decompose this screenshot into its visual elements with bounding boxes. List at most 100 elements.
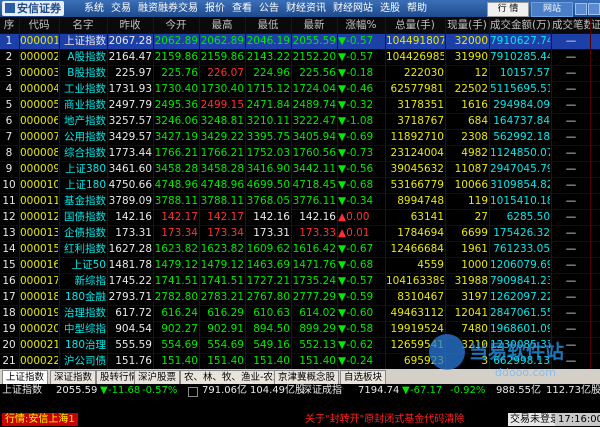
sh-index-chg: -11.68 <box>108 385 141 396</box>
table-row[interactable]: 6 000006 地产指数 3257.57 3246.06 3248.81 3210.11 3… <box>0 113 600 129</box>
cell: 3222.47 <box>292 115 336 127</box>
cell: — <box>565 179 577 191</box>
scrolling-notice[interactable]: 关于"封转开"原封闭式基金代码清除 <box>305 413 464 426</box>
cell: 173.31 <box>253 227 290 239</box>
cell: 9 <box>5 163 13 175</box>
cell: — <box>565 51 577 63</box>
cell: 8 <box>5 147 13 159</box>
table-row[interactable]: 15 000016 上证50 1481.78 1479.12 1479.12 1463.69… <box>0 257 600 273</box>
cell: 173.31 <box>115 227 152 239</box>
menu-item[interactable]: 融资融券交易 <box>138 0 198 17</box>
cell: 中型综指 <box>64 323 106 335</box>
column-header[interactable]: 总量(手) <box>386 17 444 33</box>
cell: 175426.32 <box>493 227 550 239</box>
cell: 39045632 <box>390 163 444 175</box>
table-row[interactable]: 7 000007 公用指数 3429.57 3427.19 3429.22 3395.75 3… <box>0 129 600 145</box>
table-row[interactable]: 16 000017 新综指 1745.22 1741.51 1741.51 1727.21 1… <box>0 273 600 289</box>
menu-item[interactable]: 财经网站 <box>333 0 373 17</box>
column-header[interactable]: 证 <box>591 17 600 33</box>
column-header[interactable]: 名字 <box>60 17 106 33</box>
connection-status[interactable]: 行情:安信上海1 <box>2 413 78 426</box>
cell: 225.76 <box>161 67 198 79</box>
board-tab[interactable]: 京津冀概念股 <box>274 370 340 385</box>
cell: 商业指数 <box>64 99 106 111</box>
cell: 18 <box>2 307 16 319</box>
column-header[interactable]: 最高 <box>200 17 244 33</box>
sz-index-name[interactable]: 深证成指 <box>302 384 342 398</box>
table-row[interactable]: 11 000011 基金指数 3789.09 3788.11 3788.11 3768.05… <box>0 193 600 209</box>
cell: ▼-0.73 <box>338 147 374 159</box>
menu-item[interactable]: 公告 <box>259 0 279 17</box>
column-header[interactable]: 最低 <box>246 17 290 33</box>
close-icon[interactable] <box>588 3 600 15</box>
cell: 2471.84 <box>246 99 290 111</box>
column-header[interactable]: 代码 <box>20 17 58 33</box>
table-row[interactable]: 2 000002 A股指数 2164.47 2159.86 2159.86 2143.22 2… <box>0 49 600 65</box>
cell: — <box>565 227 577 239</box>
table-row[interactable]: 10 000010 上证180 4750.66 4748.96 4748.96 4699.5… <box>0 177 600 193</box>
cell: 2499.15 <box>200 99 244 111</box>
cell: 562992.18 <box>493 131 550 143</box>
trade-login-button[interactable]: 交易未登录 <box>508 413 562 426</box>
column-header[interactable]: 成交笔数 <box>552 17 590 33</box>
minimize-icon[interactable] <box>575 3 587 15</box>
table-row[interactable]: 3 000003 B股指数 225.97 225.76 226.07 224.96 225.5… <box>0 65 600 81</box>
cell: 上证50 <box>71 259 106 271</box>
sh-index-pct: -0.57% <box>142 385 178 396</box>
menu-item[interactable]: 帮助 <box>407 0 427 17</box>
sh-index-name[interactable]: 上证指数 <box>2 384 42 398</box>
table-row[interactable]: 4 000004 工业指数 1731.93 1730.40 1730.40 1715.12 1… <box>0 81 600 97</box>
cell: ▼-0.59 <box>338 291 374 303</box>
cell: 1609.62 <box>246 243 290 255</box>
table-row[interactable]: 12 000012 国债指数 142.16 142.17 142.17 142.16 142.… <box>0 209 600 225</box>
cell: 11 <box>2 195 16 207</box>
cell: 225.56 <box>299 67 336 79</box>
cell: 2777.29 <box>292 291 336 303</box>
column-header[interactable]: 最新 <box>292 17 336 33</box>
column-header[interactable]: 今开 <box>154 17 198 33</box>
menu-item[interactable]: 查看 <box>232 0 252 17</box>
cell: 616.29 <box>207 307 244 319</box>
table-row[interactable]: 1 000001 上证指数 2067.28 2062.89 2062.89 2046.19 2… <box>0 33 600 49</box>
cell: 1961 <box>461 243 488 255</box>
cell: 2495.36 <box>154 99 198 111</box>
cell: 142.16 <box>299 211 336 223</box>
cell: 2308 <box>461 131 488 143</box>
cell: 2062.89 <box>154 35 198 47</box>
menu-item[interactable]: 财经资讯 <box>286 0 326 17</box>
column-header[interactable]: 成交金额(万) <box>490 17 550 33</box>
cell: 27 <box>474 211 488 223</box>
cell: 1741.51 <box>200 275 244 287</box>
menu-item[interactable]: 交易 <box>111 0 131 17</box>
board-tab[interactable]: 上证指数 <box>2 370 49 385</box>
cell: 治理指数 <box>64 307 106 319</box>
table-row[interactable]: 14 000015 红利指数 1627.28 1623.82 1623.82 1609.62… <box>0 241 600 257</box>
column-header[interactable]: 序 <box>0 17 18 33</box>
column-header[interactable]: 现量(手) <box>446 17 488 33</box>
tab-website[interactable]: 网站 <box>531 2 573 17</box>
table-row[interactable]: 5 000005 商业指数 2497.79 2495.36 2499.15 2471.84 2… <box>0 97 600 113</box>
cell: 3429.57 <box>108 131 152 143</box>
cell: 104491807 <box>386 35 444 47</box>
cell: 12466684 <box>390 243 444 255</box>
board-tab[interactable]: 深沪股票 <box>134 370 181 385</box>
cell: 1731.93 <box>108 83 152 95</box>
menu-item[interactable]: 选股 <box>380 0 400 17</box>
board-tab[interactable]: 自选板块 <box>340 370 387 385</box>
board-tab[interactable]: 农、林、牧、渔业-农业 <box>180 370 287 385</box>
menu-item[interactable]: 系统 <box>84 0 104 17</box>
column-header[interactable]: 涨幅% <box>338 17 384 33</box>
menu-item[interactable]: 报价 <box>205 0 225 17</box>
table-row[interactable]: 13 000013 企债指数 173.31 173.34 173.34 173.31 173.… <box>0 225 600 241</box>
cell: 1206079.69 <box>490 259 550 271</box>
tab-quotes[interactable]: 行 情 <box>487 2 529 17</box>
cell: 3395.75 <box>246 131 290 143</box>
cell: 企债指数 <box>64 227 106 239</box>
row-divider <box>0 145 600 146</box>
table-row[interactable]: 8 000008 综合指数 1773.44 1766.21 1766.21 1752.03 1… <box>0 145 600 161</box>
cell: 684 <box>467 115 488 127</box>
board-tab[interactable]: 深证指数 <box>50 370 97 385</box>
table-row[interactable]: 17 000018 180金融 2793.71 2782.80 2783.21 2767.8… <box>0 289 600 305</box>
table-row[interactable]: 9 000009 上证380 3461.60 3458.28 3458.28 3416.90… <box>0 161 600 177</box>
column-header[interactable]: 昨收 <box>108 17 152 33</box>
